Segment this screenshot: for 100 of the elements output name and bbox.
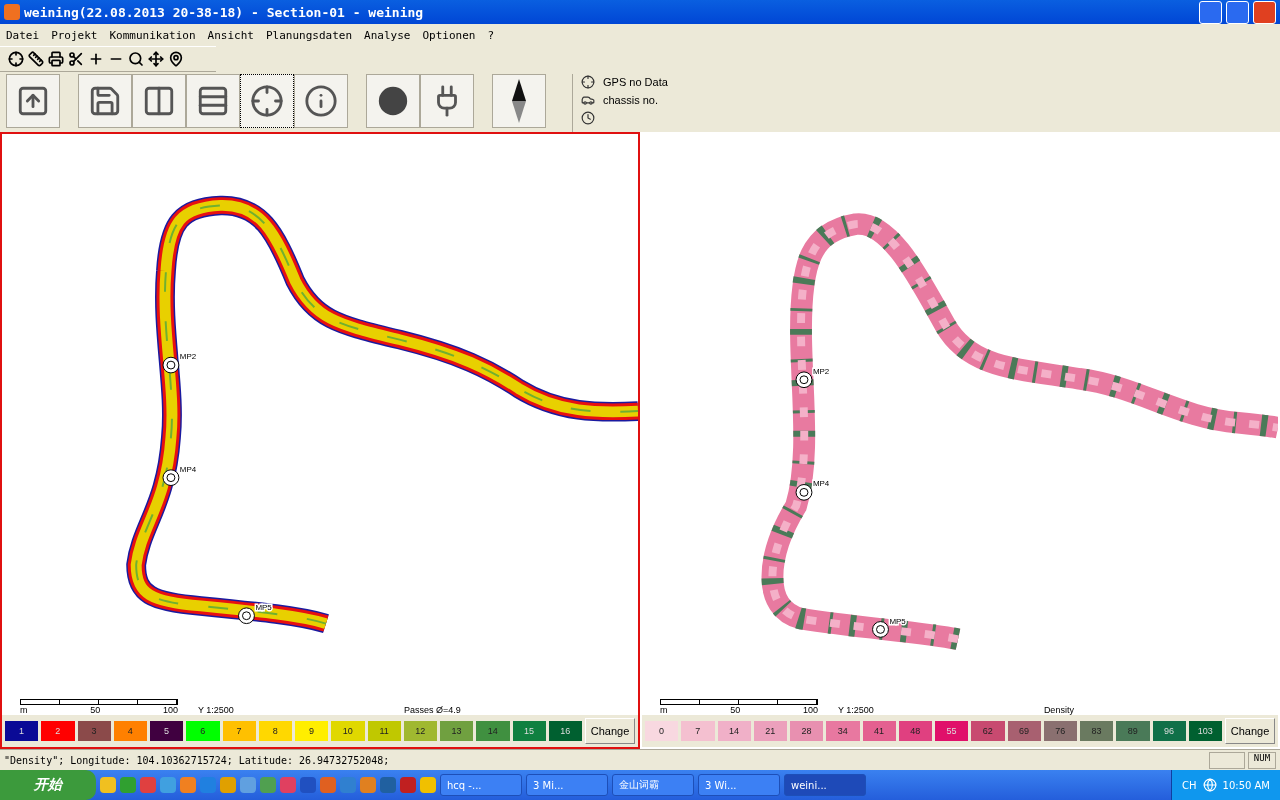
legend-swatch: 8 [258, 721, 292, 741]
legend-swatch: 21 [753, 721, 787, 741]
plus-icon[interactable] [88, 51, 104, 67]
tool-button[interactable] [492, 74, 546, 128]
taskbar-button[interactable]: 3 Mi... [526, 774, 608, 796]
legend-swatch: 34 [826, 721, 860, 741]
scale-label: Y 1:2500 [198, 705, 234, 715]
legend-swatch: 11 [367, 721, 401, 741]
tool-button[interactable] [240, 74, 294, 128]
menu-item[interactable]: Optionen [422, 28, 476, 42]
scale-tick-label: 50 [730, 705, 741, 715]
legend-swatch: 76 [1043, 721, 1077, 741]
menu-item[interactable]: Analyse [364, 28, 411, 42]
pin-icon[interactable] [168, 51, 184, 67]
legend-swatch: 89 [1116, 721, 1150, 741]
menu-item[interactable]: Ansicht [207, 28, 254, 42]
legend-swatch: 69 [1007, 721, 1041, 741]
legend-swatch: 48 [898, 721, 932, 741]
taskbar-button[interactable]: 金山词霸 [612, 774, 694, 796]
clock-text: 10:50 AM [1222, 779, 1270, 791]
tool-button[interactable] [186, 74, 240, 128]
taskbar-button[interactable]: 3 Wi... [698, 774, 780, 796]
compass-needle-icon [512, 79, 526, 123]
legend-swatch: 0 [645, 721, 679, 741]
legend-swatch: 16 [548, 721, 582, 741]
legend-swatch: 15 [512, 721, 546, 741]
save-icon [88, 84, 122, 118]
legend-swatch: 9 [295, 721, 329, 741]
minimize-button[interactable] [1199, 0, 1222, 24]
marker-icon [795, 371, 813, 389]
search-icon[interactable] [128, 51, 144, 67]
marker-icon [162, 356, 180, 374]
menu-item[interactable]: Kommunikation [109, 28, 196, 42]
window-title: weining(22.08.2013 20-38-18) - Section-01 - weining [24, 4, 425, 20]
scale-tick-label: m [20, 705, 28, 715]
marker-icon [162, 469, 180, 486]
status-pane [1209, 751, 1245, 769]
move-icon[interactable] [148, 51, 164, 67]
legend-swatch: 13 [440, 721, 474, 741]
columns-icon [142, 84, 176, 118]
menu-item[interactable]: Planungsdaten [265, 28, 353, 42]
legend-swatch: 14 [717, 721, 751, 741]
change-button[interactable]: Change [1225, 718, 1275, 744]
legend-swatch: 6 [186, 721, 220, 741]
status-pane: NUM [1248, 751, 1276, 769]
taskbar-button[interactable]: hcq -... [440, 774, 522, 796]
legend-swatch: 103 [1188, 721, 1222, 741]
rows-icon [196, 84, 230, 118]
menu-item[interactable]: Projekt [51, 28, 98, 42]
scissors-icon[interactable] [68, 51, 84, 67]
crosshair-icon [250, 84, 284, 118]
tool-button[interactable] [420, 74, 474, 128]
legend-title: Passes Ø=4.9 [403, 705, 461, 715]
restore-button[interactable] [1226, 0, 1249, 24]
globe-icon[interactable] [1202, 778, 1217, 792]
status-text: "Density"; Longitude: 104.10362715724; Latitude: 26.94732752048; [4, 754, 391, 766]
legend-swatch: 28 [790, 721, 824, 741]
marker-icon [238, 607, 255, 625]
legend-swatch: 7 [222, 721, 256, 741]
scale-tick-label: m [660, 705, 668, 715]
tool-button[interactable] [366, 74, 420, 128]
app-icon [4, 4, 20, 20]
close-button[interactable] [1253, 0, 1276, 24]
tool-button[interactable] [6, 74, 60, 128]
info-text: GPS no Data [603, 76, 668, 88]
legend-swatch: 5 [150, 721, 184, 741]
legend-swatch: 41 [862, 721, 896, 741]
scale-tick-label: 100 [162, 705, 178, 715]
ruler-icon[interactable] [28, 51, 44, 67]
legend-swatch: 1 [5, 721, 39, 741]
legend-swatch: 2 [41, 721, 75, 741]
legend-swatch: 7 [681, 721, 715, 741]
menu-item[interactable]: Datei [6, 28, 40, 42]
legend-swatch: 4 [113, 721, 147, 741]
legend-swatch: 14 [476, 721, 510, 741]
menu-item[interactable]: ? [487, 28, 494, 42]
marker-icon [872, 621, 889, 638]
legend-swatch: 10 [331, 721, 365, 741]
tool-button[interactable] [78, 74, 132, 128]
legend-swatch: 3 [77, 721, 111, 741]
scale-label: Y 1:2500 [838, 705, 874, 715]
change-button[interactable]: Change [585, 718, 635, 744]
clock-icon [581, 111, 595, 125]
legend-swatch: 96 [1152, 721, 1186, 741]
legend-swatch: 12 [403, 721, 437, 741]
dot-icon [376, 84, 410, 118]
legend-swatch: 55 [935, 721, 969, 741]
marker-icon [795, 484, 813, 501]
legend-swatch: 62 [971, 721, 1005, 741]
start-button[interactable]: 开始 [0, 770, 96, 800]
scale-tick-label: 50 [90, 705, 101, 715]
scale-tick-label: 100 [802, 705, 818, 715]
tool-button[interactable] [294, 74, 348, 128]
taskbar-button[interactable]: weini... [784, 774, 866, 796]
crosshair-icon[interactable] [8, 51, 24, 67]
printer-icon[interactable] [48, 51, 64, 67]
tool-button[interactable] [132, 74, 186, 128]
home-icon [16, 84, 50, 118]
info-text: chassis no. [603, 94, 659, 106]
legend-swatch: 83 [1080, 721, 1114, 741]
